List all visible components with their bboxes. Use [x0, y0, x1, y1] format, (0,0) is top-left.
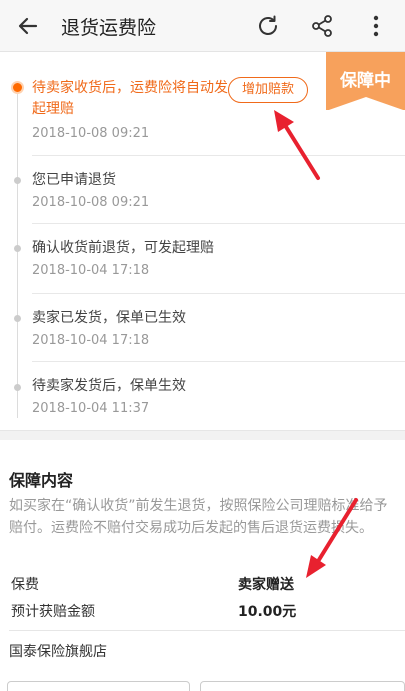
page-title: 退货运费险: [61, 17, 157, 39]
coverage-title: 保障内容: [9, 471, 74, 490]
annotation-arrow: [274, 110, 320, 180]
timeline-item-time: 2018-10-08 09:21: [32, 126, 150, 141]
timeline-dot: [14, 315, 21, 322]
timeline-item-title: 卖家已发货，保单已生效: [32, 310, 186, 326]
app-header: 退货运费险: [0, 0, 405, 52]
increase-payout-button[interactable]: 增加赔款: [228, 77, 308, 103]
section-divider: [0, 430, 405, 440]
timeline-dot: [14, 245, 21, 252]
status-badge: 保障中: [326, 52, 405, 110]
timeline-item-time: 2018-10-04 17:18: [32, 333, 150, 348]
timeline-item-title: 待卖家发货后，保单生效: [32, 378, 186, 394]
timeline-line: [17, 92, 18, 418]
status-badge-label: 保障中: [340, 71, 391, 91]
bottom-action-button[interactable]: [7, 681, 190, 691]
premium-label: 保费: [11, 577, 39, 593]
coverage-description: 如买家在“确认收货”前发生退货，按照保险公司理赔标准给予赔付。运费险不赔付交易成…: [9, 498, 388, 536]
premium-value: 卖家赠送: [238, 577, 294, 593]
bottom-action-button[interactable]: [200, 681, 405, 691]
insurer-store-link[interactable]: 国泰保险旗舰店: [9, 641, 107, 661]
timeline-item-title: 您已申请退货: [32, 172, 116, 188]
payout-value: 10.00元: [238, 604, 297, 620]
timeline-item-title: 确认收货前退货，可发起理赔: [32, 240, 214, 256]
timeline-item-time: 2018-10-04 11:37: [32, 401, 150, 416]
timeline-item-time: 2018-10-04 17:18: [32, 263, 150, 278]
refresh-icon[interactable]: [254, 12, 282, 40]
timeline-dot: [14, 384, 21, 391]
timeline-dot: [14, 177, 21, 184]
timeline-dot-active: [11, 81, 24, 94]
payout-label: 预计获赔金额: [11, 604, 95, 620]
timeline-item-time: 2018-10-08 09:21: [32, 195, 150, 210]
share-icon[interactable]: [308, 12, 336, 40]
more-vertical-icon[interactable]: [362, 12, 390, 40]
arrow-left-icon[interactable]: [14, 12, 42, 40]
timeline-item-title: 待卖家收货后，运费险将自动发起理赔: [32, 80, 228, 117]
